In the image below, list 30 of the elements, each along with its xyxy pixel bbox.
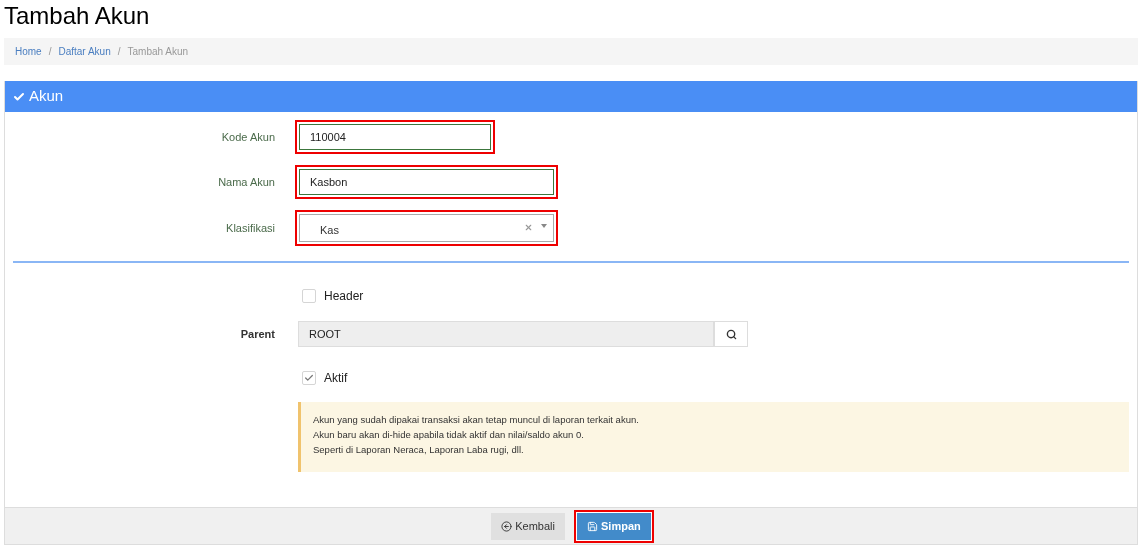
check-icon <box>13 90 25 103</box>
note-text: Seperti di Laporan Neraca, Laporan Laba rugi, dll. <box>313 443 525 457</box>
breadcrumb-separator: / <box>116 45 122 59</box>
check-icon <box>304 373 314 383</box>
clear-icon[interactable] <box>524 222 533 232</box>
breadcrumb-link[interactable]: Home <box>15 44 42 59</box>
note-text: Akun yang sudah dipakai transaksi akan tetap muncul di laporan terkait akun. <box>313 413 640 427</box>
search-icon <box>725 328 737 340</box>
caret-icon[interactable] <box>541 224 547 228</box>
input-field[interactable]: Kasbon <box>299 169 554 195</box>
breadcrumb-separator: / <box>47 45 53 59</box>
checkbox-label: Aktif <box>324 370 348 387</box>
arrow-left-icon <box>501 520 513 532</box>
parent-field[interactable]: ROOT <box>298 321 714 347</box>
field-label: Nama Akun <box>217 174 275 190</box>
breadcrumb-link[interactable]: Daftar Akun <box>58 44 111 59</box>
panel-title: Akun <box>29 86 64 107</box>
search-button[interactable] <box>714 321 748 347</box>
field-label: Kode Akun <box>220 129 275 145</box>
checkbox[interactable] <box>302 371 316 385</box>
save-button[interactable]: Simpan <box>574 509 654 543</box>
field-label: Parent <box>239 326 275 342</box>
input-field[interactable]: 110004 <box>299 124 491 150</box>
checkbox[interactable] <box>302 289 316 303</box>
select-field[interactable]: Kas <box>299 214 554 242</box>
page-title: Tambah Akun <box>3 1 151 31</box>
checkbox-label: Header <box>324 288 364 305</box>
breadcrumb-current: Tambah Akun <box>127 45 189 59</box>
note-text: Akun baru akan di-hide apabila tidak aktif dan nilai/saldo akun 0. <box>313 428 585 442</box>
field-label: Klasifikasi <box>225 220 275 236</box>
